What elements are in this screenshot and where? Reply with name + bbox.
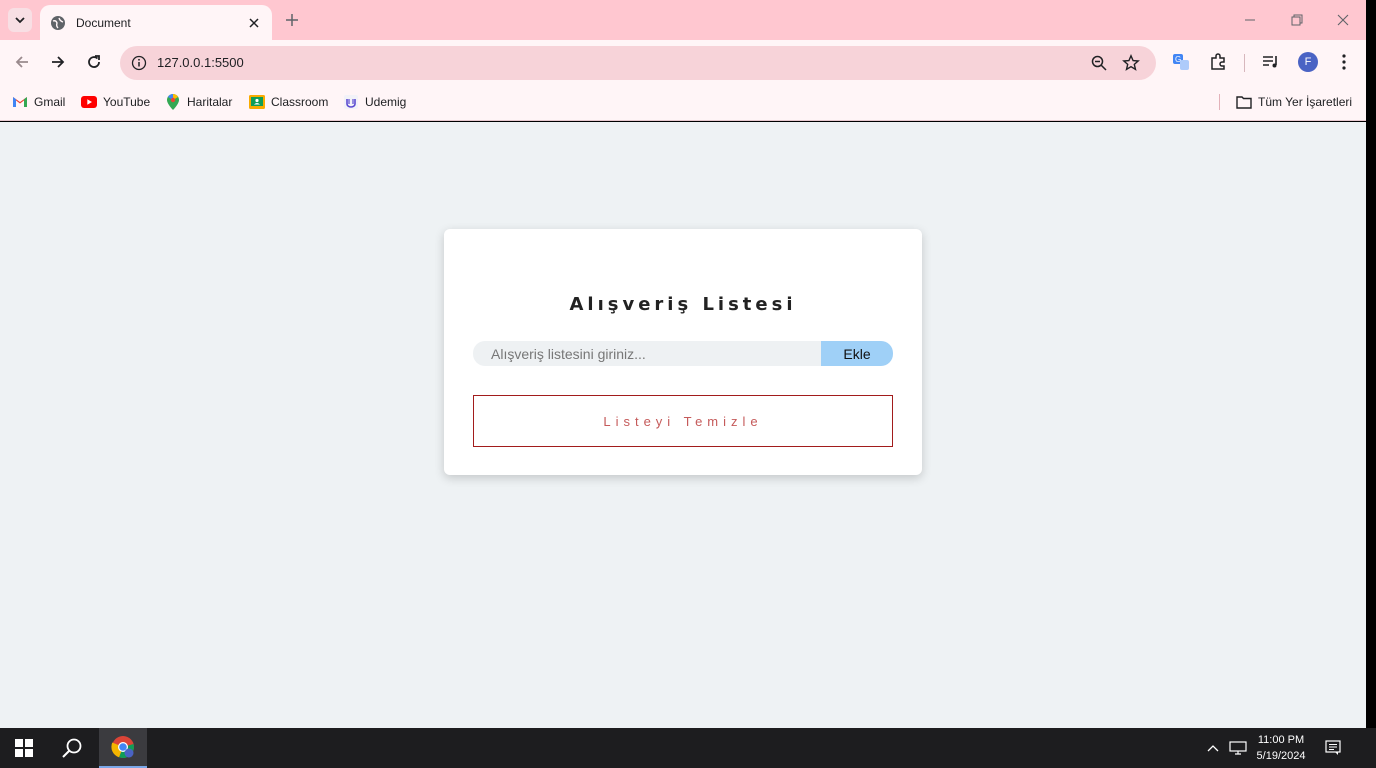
maps-icon [165, 94, 181, 110]
extensions-icon[interactable] [1208, 52, 1228, 72]
bookmark-udemig[interactable]: Udemig [343, 93, 406, 111]
tab-title: Document [76, 15, 131, 30]
chevron-up-icon[interactable] [1203, 738, 1223, 758]
minimize-icon[interactable] [1240, 10, 1260, 30]
tab-search-button[interactable] [8, 8, 32, 32]
youtube-icon [81, 94, 97, 110]
folder-icon [1236, 94, 1252, 110]
toolbar-divider [1244, 54, 1245, 72]
tab-strip: Document [0, 0, 1366, 40]
chrome-icon [111, 736, 134, 759]
clock[interactable]: 11:00 PM 5/19/2024 [1248, 732, 1314, 764]
window-close-icon[interactable] [1333, 10, 1353, 30]
gmail-icon [12, 94, 28, 110]
zoom-icon[interactable] [1090, 54, 1108, 72]
browser-toolbar: 127.0.0.1:5500 G F [0, 40, 1366, 85]
clock-date: 5/19/2024 [1256, 750, 1306, 762]
page-viewport: Alışveriş Listesi Ekle Listeyi Temizle [0, 122, 1366, 728]
clear-list-button[interactable]: Listeyi Temizle [473, 395, 893, 447]
bookmark-youtube[interactable]: YouTube [81, 93, 150, 111]
taskbar-chrome[interactable] [99, 728, 147, 768]
bookmarks-bar: Gmail YouTube Haritalar Classroom Udemig… [0, 85, 1366, 121]
back-icon[interactable] [10, 50, 34, 74]
bookmark-star-icon[interactable] [1122, 54, 1140, 72]
bookmark-haritalar[interactable]: Haritalar [165, 93, 232, 111]
translate-icon[interactable]: G [1171, 52, 1191, 72]
close-tab-icon[interactable] [246, 15, 262, 31]
bookmarks-divider [1219, 94, 1220, 110]
shopping-list-card: Alışveriş Listesi Ekle Listeyi Temizle [444, 229, 922, 475]
taskbar: 11:00 PM 5/19/2024 [0, 728, 1376, 768]
url-text: 127.0.0.1:5500 [157, 55, 244, 70]
classroom-icon [249, 94, 265, 110]
site-info-icon[interactable] [130, 54, 148, 72]
search-icon [62, 738, 82, 758]
add-button[interactable]: Ekle [821, 341, 893, 366]
reload-icon[interactable] [82, 50, 106, 74]
all-bookmarks-button[interactable]: Tüm Yer İşaretleri [1236, 93, 1352, 111]
forward-icon[interactable] [46, 50, 70, 74]
chevron-down-icon [15, 17, 25, 24]
globe-icon [50, 15, 66, 31]
udemig-icon [343, 94, 359, 110]
windows-icon [15, 739, 33, 757]
clock-time: 11:00 PM [1257, 734, 1305, 746]
page-scrollbar[interactable] [1366, 0, 1376, 768]
new-tab-icon[interactable] [282, 10, 302, 30]
start-button[interactable] [0, 728, 48, 768]
more-menu-icon[interactable] [1334, 52, 1354, 72]
profile-avatar[interactable]: F [1298, 52, 1318, 72]
notifications-icon[interactable] [1323, 738, 1343, 758]
bookmark-classroom[interactable]: Classroom [249, 93, 328, 111]
search-button[interactable] [48, 728, 96, 768]
network-icon[interactable] [1228, 738, 1248, 758]
page-title: Alışveriş Listesi [569, 294, 797, 315]
bookmark-gmail[interactable]: Gmail [12, 93, 65, 111]
media-control-icon[interactable] [1261, 52, 1281, 72]
browser-tab[interactable]: Document [40, 5, 272, 40]
address-bar[interactable]: 127.0.0.1:5500 [120, 46, 1156, 80]
restore-icon[interactable] [1287, 10, 1307, 30]
item-input[interactable] [473, 341, 821, 366]
